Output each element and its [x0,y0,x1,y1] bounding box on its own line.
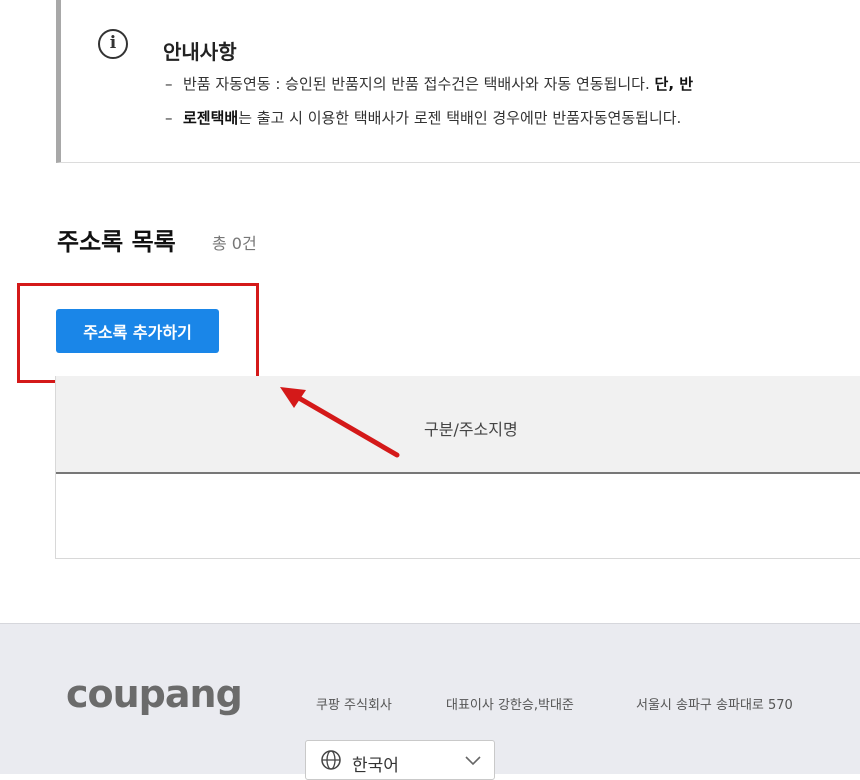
notice-line1-text: 반품 자동연동 : 승인된 반품지의 반품 접수건은 택배사와 자동 연동됩니다… [183,75,650,93]
notice-title: 안내사항 [163,40,237,64]
notice-line-logen: – 로젠택배는 출고 시 이용한 택배사가 로젠 택배인 경우에만 반품자동연동됩… [165,107,681,128]
dash-bullet: – [165,75,173,93]
language-select[interactable]: 한국어 [305,740,495,780]
notice-line-auto-link: – 반품 자동연동 : 승인된 반품지의 반품 접수건은 택배사와 자동 연동됩니… [165,73,693,94]
notice-line1-bold: 단, 반 [654,75,694,93]
arrow-annotation-icon [280,387,400,458]
footer-address: 서울시 송파구 송파대로 570 [636,698,793,713]
info-icon: i [98,29,128,59]
footer: coupang 쿠팡 주식회사 대표이사 강한승,박대준 서울시 송파구 송파대… [0,623,860,780]
notice-line2-text: 는 출고 시 이용한 택배사가 로젠 택배인 경우에만 반품자동연동됩니다. [238,109,682,127]
total-count: 총 0건 [212,234,257,253]
add-address-button[interactable]: 주소록 추가하기 [56,309,219,353]
footer-ceo: 대표이사 강한승,박대준 [446,698,574,713]
address-table: 구분/주소지명 [55,376,860,559]
column-header-name[interactable]: 구분/주소지명 [424,416,518,440]
coupang-logo: coupang [66,672,243,716]
chevron-down-icon [465,756,481,766]
language-label: 한국어 [352,756,399,776]
footer-company-name: 쿠팡 주식회사 [316,698,392,713]
globe-icon [321,750,341,770]
section-title: 주소록 목록 [57,228,176,256]
table-header-row: 구분/주소지명 [56,376,860,474]
notice-line2-bold: 로젠택배 [183,109,239,127]
dash-bullet: – [165,109,173,127]
